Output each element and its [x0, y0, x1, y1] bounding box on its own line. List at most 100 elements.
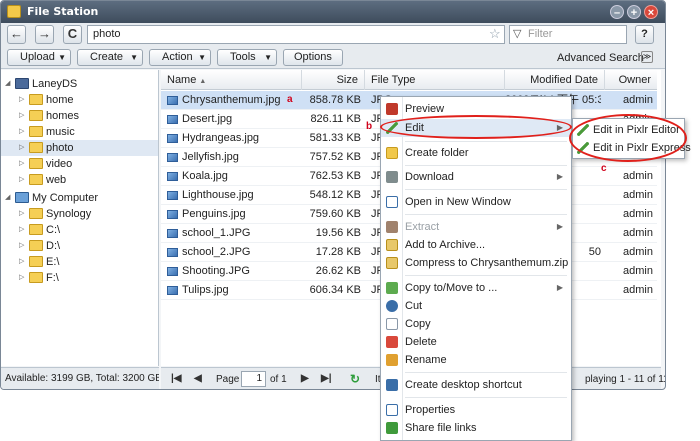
refresh-button[interactable]: C: [63, 25, 82, 44]
folder-icon: [29, 158, 43, 169]
tree-node-photo[interactable]: ▷ photo: [1, 140, 158, 156]
tree-node-drive-f[interactable]: ▷ F:\: [19, 270, 59, 286]
expand-icon[interactable]: ▷: [19, 238, 29, 254]
expand-icon[interactable]: ▷: [19, 254, 29, 270]
tree-node-laneyds[interactable]: ◢ LaneyDS: [5, 76, 77, 92]
title-bar[interactable]: File Station – + ×: [1, 1, 665, 23]
action-button[interactable]: Action ▼: [149, 49, 211, 66]
chevron-down-icon[interactable]: ≫: [641, 51, 653, 63]
previous-page-icon[interactable]: ◀: [194, 373, 202, 384]
back-button[interactable]: ←: [7, 25, 26, 44]
image-file-icon: [167, 96, 178, 105]
path-input[interactable]: photo: [87, 25, 505, 44]
tree-node-video[interactable]: ▷ video: [19, 156, 72, 172]
menu-item-properties[interactable]: Properties: [381, 401, 571, 419]
menu-item-open-new-window[interactable]: Open in New Window: [381, 193, 571, 211]
menu-item-copy-move[interactable]: Copy to/Move to ... ▶: [381, 279, 571, 297]
menu-item-edit[interactable]: Edit ▶: [381, 119, 571, 137]
expand-icon[interactable]: ▷: [19, 92, 29, 108]
expand-icon[interactable]: ▷: [19, 124, 29, 140]
menu-item-preview[interactable]: Preview: [381, 100, 571, 118]
refresh-icon[interactable]: ↻: [350, 372, 360, 386]
archive-icon: [386, 239, 398, 251]
tree-node-label: photo: [46, 142, 74, 154]
options-button[interactable]: Options: [283, 49, 343, 66]
tree-node-drive-d[interactable]: ▷ D:\: [19, 238, 60, 254]
next-page-icon[interactable]: ▶: [301, 373, 309, 384]
column-header-size[interactable]: Size: [302, 70, 365, 90]
image-file-icon: [167, 191, 178, 200]
file-list-header: Name ▲ Size File Type Modified Date Owne…: [161, 70, 657, 90]
expand-icon[interactable]: ▷: [19, 140, 29, 156]
upload-button[interactable]: Upload ▼: [7, 49, 71, 66]
tree-node-synology[interactable]: ▷ Synology: [19, 206, 91, 222]
menu-item-cut[interactable]: Cut: [381, 297, 571, 315]
minimize-button[interactable]: –: [610, 5, 624, 19]
expand-icon[interactable]: ▷: [19, 222, 29, 238]
tree-node-my-computer[interactable]: ◢ My Computer: [5, 190, 98, 206]
tools-button[interactable]: Tools ▼: [217, 49, 277, 66]
create-button[interactable]: Create ▼: [77, 49, 143, 66]
first-page-icon[interactable]: |◀: [171, 373, 182, 384]
filter-input[interactable]: Filter: [509, 25, 627, 44]
expand-icon[interactable]: ▷: [19, 172, 29, 188]
file-name-cell: Lighthouse.jpg: [167, 186, 302, 205]
page-number-input[interactable]: 1: [241, 371, 266, 387]
menu-item-add-archive[interactable]: Add to Archive...: [381, 236, 571, 254]
expand-icon[interactable]: ▷: [19, 156, 29, 172]
file-name-cell: Hydrangeas.jpg: [167, 129, 302, 148]
expand-icon[interactable]: ▷: [19, 108, 29, 124]
file-name-cell: Koala.jpg: [167, 167, 302, 186]
image-file-icon: [167, 286, 178, 295]
menu-item-pixlr-express[interactable]: Edit in Pixlr Express: [573, 139, 691, 157]
image-file-icon: [167, 248, 178, 257]
forward-button[interactable]: →: [35, 25, 54, 44]
menu-item-download[interactable]: Download ▶: [381, 168, 571, 186]
tree-node-web[interactable]: ▷ web: [19, 172, 66, 188]
column-header-name[interactable]: Name ▲: [161, 70, 302, 90]
tree-node-home[interactable]: ▷ home: [19, 92, 74, 108]
menu-item-delete[interactable]: Delete: [381, 333, 571, 351]
maximize-button[interactable]: +: [627, 5, 641, 19]
collapse-icon[interactable]: ◢: [5, 190, 15, 206]
extract-icon: [386, 221, 398, 233]
tree-node-drive-e[interactable]: ▷ E:\: [19, 254, 59, 270]
tree-node-label: video: [46, 158, 73, 170]
file-name: Tulips.jpg: [182, 284, 229, 296]
advanced-search-link[interactable]: Advanced Search: [557, 52, 644, 64]
column-header-date[interactable]: Modified Date: [505, 70, 605, 90]
submenu-arrow-icon: ▶: [556, 123, 563, 132]
submenu-arrow-icon: ▶: [556, 283, 563, 292]
close-button[interactable]: ×: [644, 5, 658, 19]
menu-item-share-links[interactable]: Share file links: [381, 419, 571, 437]
menu-item-extract[interactable]: Extract ▶: [381, 218, 571, 236]
menu-item-create-folder[interactable]: Create folder: [381, 144, 571, 162]
file-name: Shooting.JPG: [182, 265, 250, 277]
tree-node-music[interactable]: ▷ music: [19, 124, 75, 140]
submenu-arrow-icon: ▶: [556, 222, 563, 231]
tree-node-drive-c[interactable]: ▷ C:\: [19, 222, 60, 238]
menu-separator: [405, 214, 567, 215]
collapse-icon[interactable]: ◢: [5, 76, 15, 92]
file-name-cell: school_1.JPG: [167, 224, 302, 243]
file-size: 762.53 KB: [309, 170, 361, 182]
column-header-owner[interactable]: Owner: [605, 70, 657, 90]
menu-item-copy[interactable]: Copy: [381, 315, 571, 333]
caret-down-icon: ▼: [130, 53, 138, 62]
menu-separator: [405, 141, 567, 142]
menu-item-pixlr-editor[interactable]: Edit in Pixlr Editor: [573, 121, 684, 139]
last-page-icon[interactable]: ▶|: [321, 373, 332, 384]
menu-item-compress[interactable]: Compress to Chrysanthemum.zip: [381, 254, 571, 272]
file-name-cell: school_2.JPG: [167, 243, 302, 262]
annotation-b: b: [366, 121, 373, 132]
menu-item-rename[interactable]: Rename: [381, 351, 571, 369]
column-header-type[interactable]: File Type: [365, 70, 505, 90]
expand-icon[interactable]: ▷: [19, 270, 29, 286]
help-button[interactable]: ?: [635, 25, 654, 44]
expand-icon[interactable]: ▷: [19, 206, 29, 222]
file-size: 858.78 KB: [309, 94, 361, 106]
star-icon[interactable]: ☆: [489, 26, 501, 42]
tree-node-homes[interactable]: ▷ homes: [19, 108, 79, 124]
menu-item-desktop-shortcut[interactable]: Create desktop shortcut: [381, 376, 571, 394]
menu-item-label: Add to Archive...: [405, 239, 486, 251]
